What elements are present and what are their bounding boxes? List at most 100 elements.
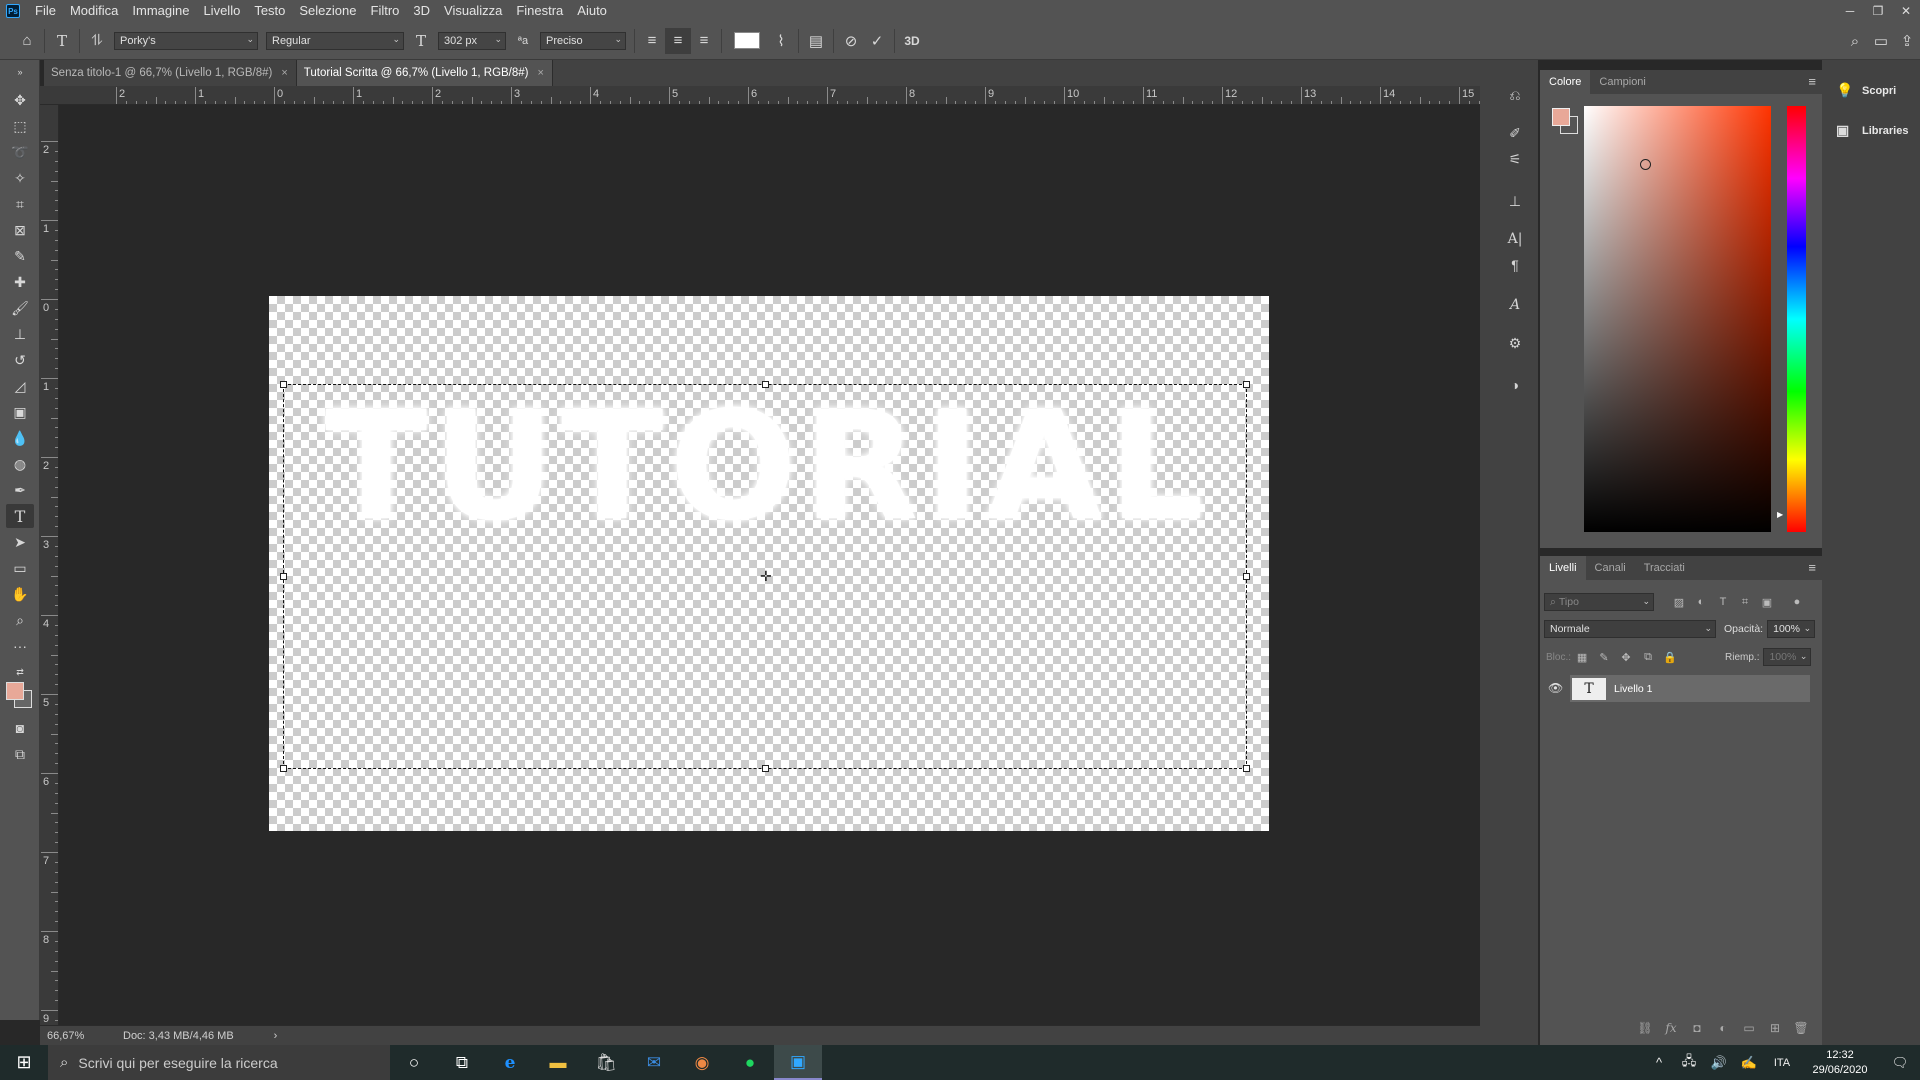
3d-button[interactable]: 3D	[899, 28, 925, 54]
mail-icon[interactable]: ✉	[630, 1045, 678, 1080]
lock-pixels-icon[interactable]: ✎	[1593, 648, 1615, 666]
libraries-button[interactable]: ▣ Libraries	[1836, 122, 1908, 139]
tab-tracciati[interactable]: Tracciati	[1635, 556, 1694, 580]
paragraph-panel-icon[interactable]: ¶	[1501, 252, 1529, 278]
home-icon[interactable]: ⌂	[14, 28, 40, 54]
font-style-select[interactable]: Regular ⌄	[266, 31, 404, 50]
eyedropper-tool-icon[interactable]: ✎	[6, 244, 34, 268]
commit-check-icon[interactable]: ✓	[864, 28, 890, 54]
tab-campioni[interactable]: Campioni	[1590, 70, 1654, 94]
eraser-tool-icon[interactable]: ◿	[6, 374, 34, 398]
menu-immagine[interactable]: Immagine	[125, 0, 196, 22]
adjustment-layer-icon[interactable]: ◐	[1710, 1021, 1736, 1035]
lasso-tool-icon[interactable]: ➰	[6, 140, 34, 164]
workspace-icon[interactable]: ▭	[1868, 28, 1894, 54]
lock-transparent-icon[interactable]: ▦	[1571, 648, 1593, 666]
gradient-tool-icon[interactable]: ▣	[6, 400, 34, 424]
panel-collapse-icon[interactable]: »	[6, 60, 34, 84]
filter-type-icon[interactable]: T	[1712, 593, 1734, 611]
tab-canali[interactable]: Canali	[1586, 556, 1635, 580]
hue-slider[interactable]	[1787, 106, 1806, 532]
menu-file[interactable]: File	[28, 0, 63, 22]
cortana-icon[interactable]: ○	[390, 1045, 438, 1080]
delete-layer-icon[interactable]: 🗑	[1788, 1021, 1814, 1035]
opacity-input[interactable]: 100% ⌄	[1767, 620, 1816, 638]
menu-aiuto[interactable]: Aiuto	[570, 0, 614, 22]
color-picker-handle[interactable]	[1640, 159, 1651, 170]
clone-source-panel-icon[interactable]: ⊥	[1501, 188, 1529, 214]
quick-mask-icon[interactable]: ◙	[6, 716, 34, 740]
new-group-icon[interactable]: ▭	[1736, 1021, 1762, 1035]
volume-icon[interactable]: 🔊	[1704, 1055, 1734, 1071]
layer-name[interactable]: Livello 1	[1614, 683, 1653, 695]
transform-handle[interactable]	[1243, 765, 1250, 772]
spotify-icon[interactable]: ●	[726, 1045, 774, 1080]
clock[interactable]: 12:32 29/06/2020	[1800, 1048, 1880, 1078]
healing-brush-tool-icon[interactable]: ✚	[6, 270, 34, 294]
character-panel-icon[interactable]: ▤	[803, 28, 829, 54]
align-left-icon[interactable]: ≡	[639, 28, 665, 54]
adjustments-panel-icon[interactable]: ⚟	[1501, 146, 1529, 172]
notifications-icon[interactable]: 🗨	[1880, 1055, 1920, 1071]
lock-artboard-icon[interactable]: ⧉	[1637, 648, 1659, 666]
language-indicator[interactable]: ITA	[1764, 1057, 1800, 1069]
filter-shape-icon[interactable]: ⌗	[1734, 593, 1756, 611]
menu-modifica[interactable]: Modifica	[63, 0, 125, 22]
close-icon[interactable]: ×	[281, 67, 287, 79]
tab-tutorial-scritta[interactable]: Tutorial Scritta @ 66,7% (Livello 1, RGB…	[296, 60, 553, 86]
align-right-icon[interactable]: ≡	[691, 28, 717, 54]
edge-browser-icon[interactable]: e	[486, 1045, 534, 1080]
glyphs-panel-icon[interactable]: A	[1501, 292, 1529, 318]
add-mask-icon[interactable]: ◘	[1684, 1021, 1710, 1035]
screen-mode-icon[interactable]: ⧉	[6, 742, 34, 766]
zoom-tool-icon[interactable]: ⌕	[6, 608, 34, 632]
align-center-icon[interactable]: ≡	[665, 27, 691, 54]
network-icon[interactable]: 🖧	[1674, 1052, 1704, 1074]
swap-colors-icon[interactable]: ⇄	[6, 660, 34, 684]
transform-handle[interactable]	[762, 381, 769, 388]
menu-livello[interactable]: Livello	[196, 0, 247, 22]
menu-3d[interactable]: 3D	[406, 0, 437, 22]
layer-filter-select[interactable]: ⌕ Tipo ⌄	[1544, 593, 1654, 611]
close-icon[interactable]: ×	[538, 67, 544, 79]
tab-senza-titolo[interactable]: Senza titolo-1 @ 66,7% (Livello 1, RGB/8…	[44, 60, 297, 86]
saturation-value-field[interactable]	[1584, 106, 1771, 532]
antialias-select[interactable]: Preciso ⌄	[540, 31, 626, 50]
character-panel-icon[interactable]: A|	[1501, 226, 1529, 252]
taskbar-search[interactable]: ⌕ Scrivi qui per eseguire la ricerca	[48, 1045, 390, 1080]
transform-handle[interactable]	[1243, 573, 1250, 580]
history-panel-icon[interactable]: ⎌	[1501, 82, 1529, 108]
type-tool-icon[interactable]: T	[6, 504, 34, 528]
brushes-panel-icon[interactable]: ✐	[1501, 120, 1529, 146]
scopri-button[interactable]: 💡 Scopri	[1836, 82, 1896, 99]
font-family-select[interactable]: Porky's ⌄	[114, 31, 258, 50]
foreground-color-swatch[interactable]	[1552, 108, 1570, 126]
minimize-button[interactable]: ─	[1836, 0, 1864, 22]
menu-selezione[interactable]: Selezione	[292, 0, 363, 22]
chevron-up-icon[interactable]: ^	[1644, 1055, 1674, 1070]
filter-pixel-icon[interactable]: ▨	[1668, 593, 1690, 611]
transform-handle[interactable]	[280, 765, 287, 772]
transform-handle[interactable]	[280, 381, 287, 388]
link-layers-icon[interactable]: ⛓	[1632, 1021, 1658, 1035]
file-explorer-icon[interactable]: ▬	[534, 1045, 582, 1080]
type-tool-preset-icon[interactable]: T	[49, 28, 75, 54]
lock-all-icon[interactable]: 🔒	[1659, 648, 1681, 666]
clone-stamp-tool-icon[interactable]: ⊥	[6, 322, 34, 346]
blur-tool-icon[interactable]: 💧	[6, 426, 34, 450]
path-selection-tool-icon[interactable]: ➤	[6, 530, 34, 554]
lock-position-icon[interactable]: ✥	[1615, 648, 1637, 666]
chrome-icon[interactable]: ◉	[678, 1045, 726, 1080]
visibility-eye-icon[interactable]: 👁	[1548, 681, 1563, 695]
filter-smart-object-icon[interactable]: ▣	[1756, 593, 1778, 611]
warp-text-icon[interactable]: ⌇	[768, 28, 794, 54]
fill-input[interactable]: 100% ⌄	[1763, 648, 1812, 666]
dodge-tool-icon[interactable]: ◍	[6, 452, 34, 476]
status-arrow-icon[interactable]: ›	[274, 1030, 278, 1042]
zoom-level[interactable]: 66,67%	[47, 1030, 107, 1042]
close-button[interactable]: ✕	[1892, 0, 1920, 22]
blend-mode-select[interactable]: Normale ⌄	[1544, 620, 1716, 638]
hue-slider-handle[interactable]: ▶	[1777, 510, 1783, 519]
font-size-select[interactable]: 302 px ⌄	[438, 31, 506, 50]
store-icon[interactable]: 🛍	[582, 1045, 630, 1080]
